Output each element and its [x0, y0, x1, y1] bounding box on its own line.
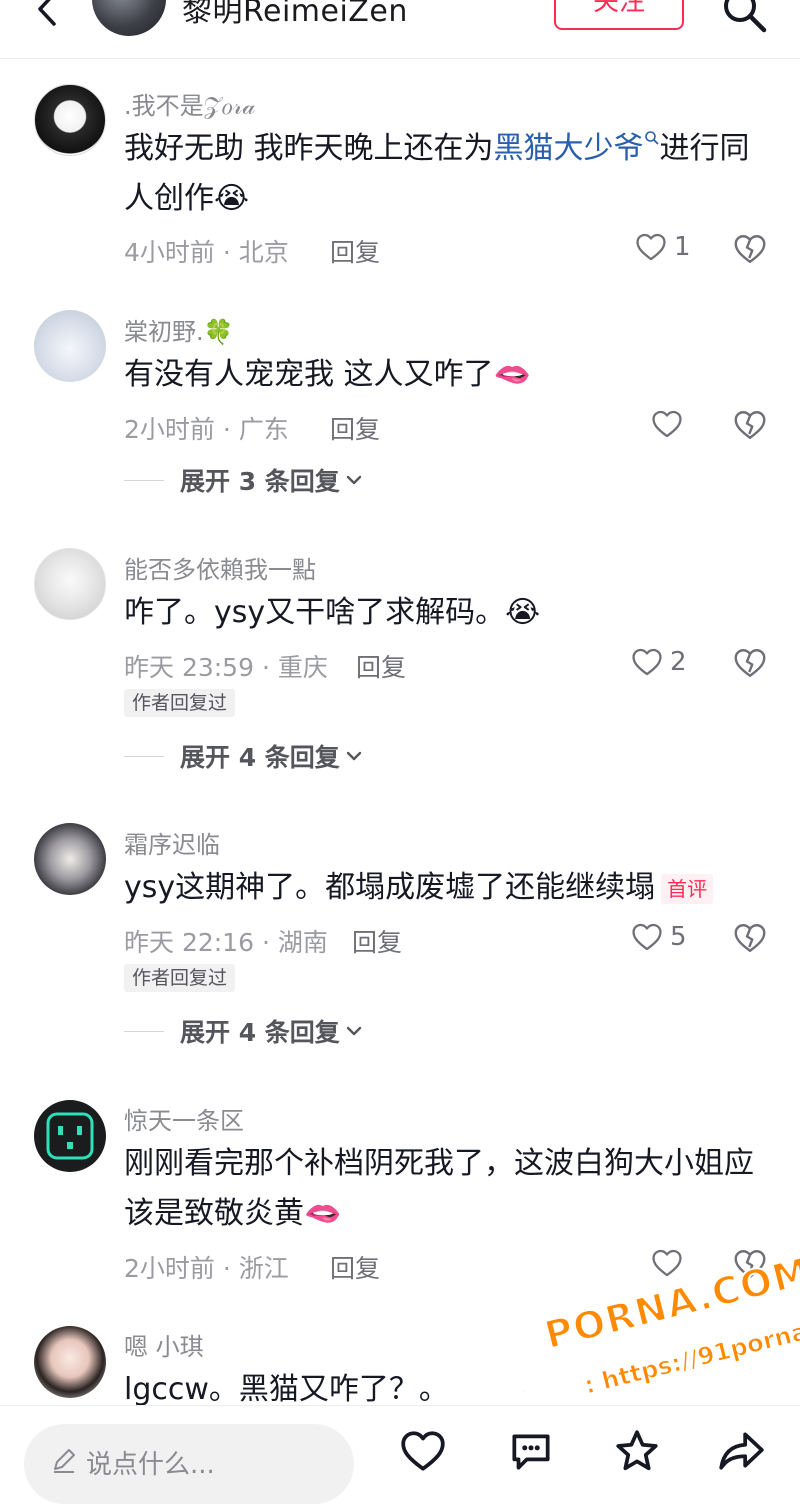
- commenter-name[interactable]: 棠初野.🍀: [124, 312, 234, 347]
- comment-time-location: 4小时前 · 北京: [124, 238, 289, 267]
- heart-icon[interactable]: [398, 1426, 448, 1476]
- like-count: 2: [670, 647, 687, 677]
- divider: [124, 756, 164, 757]
- author-name[interactable]: 黎明ReimeiZen: [182, 0, 408, 30]
- commenter-name[interactable]: .我不是𝒵𝑜𝓇𝒶: [124, 86, 256, 121]
- expand-replies-label: 展开 4 条回复: [180, 743, 340, 772]
- comment-time-location: 2小时前 · 广东: [124, 415, 289, 444]
- comment-input[interactable]: 说点什么...: [24, 1424, 354, 1504]
- commenter-avatar[interactable]: [34, 310, 106, 382]
- commenter-avatar[interactable]: [34, 1326, 106, 1398]
- commenter-avatar[interactable]: [34, 823, 106, 895]
- comment-text[interactable]: 有没有人宠宠我 这人又咋了🫦: [124, 350, 764, 400]
- divider: [124, 480, 164, 481]
- expand-replies-button[interactable]: 展开 4 条回复: [124, 1017, 384, 1047]
- chevron-down-icon: [346, 475, 362, 485]
- back-icon[interactable]: [30, 0, 64, 26]
- heart-icon[interactable]: [650, 407, 684, 441]
- reply-button[interactable]: 回复: [330, 1249, 380, 1285]
- chevron-down-icon: [346, 1026, 362, 1036]
- heart-icon: [632, 648, 662, 676]
- search-small-icon: [644, 131, 659, 145]
- heart-icon[interactable]: [650, 1246, 684, 1280]
- first-comment-badge: 首评: [661, 873, 714, 904]
- search-link-label: 黑猫大少爷: [493, 131, 644, 166]
- comment-text[interactable]: 我好无助 我昨天晚上还在为黑猫大少爷 进行同人创作😭: [124, 124, 764, 224]
- author-replied-badge: 作者回复过: [124, 964, 236, 992]
- search-link[interactable]: 黑猫大少爷: [494, 131, 660, 166]
- dislike-icon[interactable]: [732, 1246, 768, 1282]
- author-avatar[interactable]: [92, 0, 166, 36]
- comment-input-bar: 说点什么...: [0, 1405, 800, 1504]
- search-icon[interactable]: [720, 0, 768, 34]
- top-bar: 黎明ReimeiZen 关注: [0, 0, 800, 59]
- share-icon[interactable]: [716, 1426, 766, 1476]
- like-count: 5: [670, 922, 687, 952]
- commenter-name[interactable]: 嗯 小琪: [124, 1327, 204, 1362]
- dislike-icon[interactable]: [732, 645, 768, 681]
- reply-button[interactable]: 回复: [330, 233, 380, 269]
- reply-button[interactable]: 回复: [330, 410, 380, 446]
- dislike-icon[interactable]: [732, 231, 768, 267]
- pencil-icon: [54, 1449, 75, 1473]
- commenter-avatar[interactable]: [34, 548, 106, 620]
- comment-text[interactable]: ysy这期神了。都塌成废墟了还能继续塌 首评: [124, 863, 764, 913]
- dislike-icon[interactable]: [732, 920, 768, 956]
- expand-replies-button[interactable]: 展开 4 条回复: [124, 742, 384, 772]
- commenter-avatar[interactable]: [34, 84, 106, 156]
- commenter-name[interactable]: 能否多依賴我一點: [124, 550, 316, 585]
- commenter-name[interactable]: 霜序迟临: [124, 825, 220, 860]
- star-icon[interactable]: [612, 1426, 662, 1476]
- comment-text-part: ysy这期神了。都塌成废墟了还能继续塌: [124, 870, 656, 905]
- expand-replies-button[interactable]: 展开 3 条回复: [124, 466, 384, 496]
- expand-replies-label: 展开 4 条回复: [180, 1018, 340, 1047]
- dislike-icon[interactable]: [732, 407, 768, 443]
- expand-replies-label: 展开 3 条回复: [180, 467, 340, 496]
- reply-button[interactable]: 回复: [352, 923, 402, 959]
- comment-time-location: 昨天 22:16 · 湖南: [124, 928, 328, 957]
- comment-input-placeholder: 说点什么...: [86, 1450, 215, 1480]
- comment-text[interactable]: 刚刚看完那个补档阴死我了，这波白狗大小姐应该是致敬炎黄🫦: [124, 1139, 764, 1239]
- author-replied-badge: 作者回复过: [124, 689, 236, 717]
- heart-icon: [632, 923, 662, 951]
- like-count: 1: [674, 232, 691, 262]
- chevron-down-icon: [346, 751, 362, 761]
- comment-time-location: 2小时前 · 浙江: [124, 1254, 289, 1283]
- like-button[interactable]: 5: [630, 920, 740, 960]
- plug-icon: [46, 1112, 94, 1160]
- comment-text[interactable]: 咋了。ysy又干啥了求解码。😭: [124, 588, 764, 638]
- comment-icon[interactable]: [506, 1426, 556, 1476]
- commenter-name[interactable]: 惊天一条区: [124, 1101, 244, 1136]
- like-button[interactable]: 2: [630, 645, 740, 685]
- like-button[interactable]: 1: [634, 230, 744, 270]
- comment-text-part: 我好无助 我昨天晚上还在为: [124, 131, 494, 166]
- follow-button[interactable]: 关注: [554, 0, 684, 30]
- divider: [124, 1031, 164, 1032]
- reply-button[interactable]: 回复: [356, 648, 406, 684]
- comment-time-location: 昨天 23:59 · 重庆: [124, 653, 328, 682]
- commenter-avatar[interactable]: [34, 1100, 106, 1172]
- heart-icon: [636, 233, 666, 261]
